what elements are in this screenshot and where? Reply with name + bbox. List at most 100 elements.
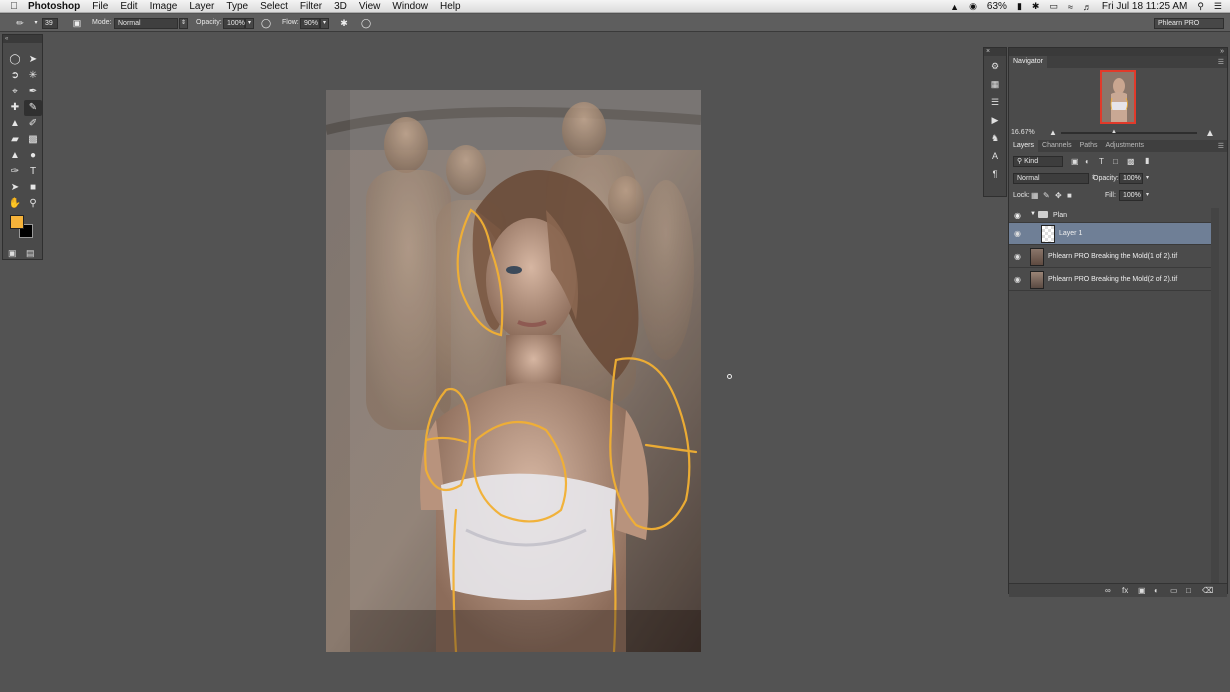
panel-collapse-icon[interactable]: » [1009,48,1227,56]
expand-arrow-icon[interactable]: ▼ [1030,211,1036,217]
new-group-icon[interactable]: ▭ [1170,586,1178,595]
workspace-select[interactable]: Phlearn PRO [1154,18,1224,29]
mode-select[interactable]: Normal [114,18,178,29]
wifi-icon[interactable]: ≈ [1068,2,1073,12]
fill-field[interactable]: 100% [1119,190,1143,201]
menu-clock[interactable]: Fri Jul 18 11:25 AM [1102,1,1187,12]
tab-layers[interactable]: Layers [1009,140,1039,152]
eye-icon[interactable]: ◉ [1014,211,1021,220]
shape-icon[interactable]: ■ [24,180,42,196]
brush-icon[interactable]: ✎ [24,100,42,116]
path-select-icon[interactable]: ➤ [6,180,24,196]
tab-paths[interactable]: Paths [1076,140,1102,152]
blend-mode-select[interactable]: Normal [1013,173,1089,184]
close-icon[interactable]: × [984,48,1006,56]
lock-pixels-icon[interactable]: ✎ [1043,191,1050,200]
zoom-slider[interactable]: ▲ [1061,129,1197,135]
search-icon[interactable]: ⚲ [1197,1,1204,12]
tab-channels[interactable]: Channels [1038,140,1076,152]
notification-icon[interactable]: ▲ [950,2,959,12]
list-icon[interactable]: ☰ [1214,1,1222,12]
move-icon[interactable]: ➤ [24,52,42,68]
filter-kind-select[interactable]: ⚲ Kind [1013,156,1063,167]
zoom-level[interactable]: 16.67% [1011,129,1035,136]
filter-toggle-icon[interactable]: ▮ [1145,156,1149,165]
pressure-opacity-icon[interactable]: ◯ [260,17,272,29]
flow-field[interactable]: 90% [300,18,320,29]
fill-dropdown-icon[interactable]: ▾ [1146,191,1149,198]
link-layers-icon[interactable]: ∞ [1105,586,1111,595]
adjustment-layer-icon[interactable]: ◐ [1154,586,1159,595]
filter-smart-object-icon[interactable]: ▩ [1127,157,1135,166]
flow-dropdown-icon[interactable]: ▾ [320,18,329,29]
history-icon[interactable]: ⚙ [984,58,1006,74]
adjust-icon[interactable]: ☰ [984,94,1006,110]
brush-panel-icon[interactable]: ▣ [71,17,83,29]
zoom-slider-knob[interactable]: ▲ [1111,129,1117,135]
layer-opacity-field[interactable]: 100% [1119,173,1143,184]
marquee-icon[interactable]: ◯ [6,52,24,68]
new-layer-icon[interactable]: □ [1186,586,1191,595]
menu-file[interactable]: File [92,1,108,12]
type-icon[interactable]: T [24,164,42,180]
battery-percent[interactable]: 63% [987,1,1007,12]
mode-dropdown-icon[interactable]: ⇕ [179,18,188,29]
history-brush-icon[interactable]: ✐ [24,116,42,132]
foreground-color-swatch[interactable] [10,215,24,229]
filter-pixel-icon[interactable]: ▣ [1071,157,1079,166]
menu-app-name[interactable]: Photoshop [28,1,80,12]
gradient-icon[interactable]: ▩ [24,132,42,148]
screen-mode-icon[interactable]: ▤ [26,248,35,259]
dodge-icon[interactable]: ● [24,148,42,164]
zoom-icon[interactable]: ⚲ [24,196,42,212]
apple-icon[interactable]:  [0,1,28,12]
stamp-icon[interactable]: ▲ [6,116,24,132]
document-canvas[interactable] [326,90,701,652]
layer-opacity-dropdown-icon[interactable]: ▾ [1146,174,1149,181]
lock-position-icon[interactable]: ✥ [1055,191,1062,200]
navigator-view-box[interactable] [1100,70,1136,124]
volume-icon[interactable]: ♬ [1083,2,1092,12]
opacity-field[interactable]: 100% [223,18,245,29]
layer-row-layer-1[interactable]: ◉ Layer 1 [1009,223,1219,245]
lock-transparency-icon[interactable]: ▦ [1031,191,1039,200]
airbrush-icon[interactable]: ✱ [338,17,350,29]
menu-view[interactable]: View [359,1,381,12]
tab-navigator[interactable]: Navigator [1009,56,1047,68]
zoom-out-icon[interactable]: ▲ [1049,128,1057,137]
lock-all-icon[interactable]: ■ [1067,191,1072,200]
menu-layer[interactable]: Layer [189,1,214,12]
filter-adjustment-icon[interactable]: ◐ [1085,157,1090,166]
panel-menu-icon[interactable]: ☰ [1218,58,1224,66]
filter-shape-icon[interactable]: □ [1113,157,1118,166]
filter-type-icon[interactable]: T [1099,157,1104,166]
clone-source-icon[interactable]: ♞ [984,130,1006,146]
bluetooth-icon[interactable]: ✱ [1032,1,1040,12]
menu-edit[interactable]: Edit [120,1,137,12]
eye-icon[interactable]: ◉ [1014,275,1021,284]
layer-row-breaking-mold-2[interactable]: ◉ Phlearn PRO Breaking the Mold(2 of 2).… [1009,269,1219,291]
opacity-dropdown-icon[interactable]: ▾ [245,18,254,29]
airplay-icon[interactable]: ▭ [1049,1,1058,12]
eye-icon[interactable]: ◉ [1014,252,1021,261]
blur-icon[interactable]: ▲ [6,148,24,164]
eyedropper-icon[interactable]: ✒ [24,84,42,100]
crop-icon[interactable]: ⌖ [6,84,24,100]
actions-icon[interactable]: ▶ [984,112,1006,128]
layer-group-plan[interactable]: ◉ ▼ Plan [1009,208,1219,223]
lasso-icon[interactable]: ➲ [6,68,24,84]
magic-wand-icon[interactable]: ✳ [24,68,42,84]
paragraph-icon[interactable]: ¶ [984,166,1006,182]
tab-adjustments[interactable]: Adjustments [1102,140,1149,152]
character-icon[interactable]: A [984,148,1006,164]
tools-collapse-icon[interactable]: « [3,35,42,43]
menu-filter[interactable]: Filter [300,1,322,12]
menu-image[interactable]: Image [150,1,178,12]
brush-preset-icon[interactable]: ✏ [14,17,26,29]
add-mask-icon[interactable]: ▣ [1138,586,1146,595]
menu-3d[interactable]: 3D [334,1,347,12]
record-icon[interactable]: ◉ [969,1,977,12]
menu-window[interactable]: Window [392,1,428,12]
swatches-icon[interactable]: ▦ [984,76,1006,92]
pressure-size-icon[interactable]: ◯ [360,17,372,29]
